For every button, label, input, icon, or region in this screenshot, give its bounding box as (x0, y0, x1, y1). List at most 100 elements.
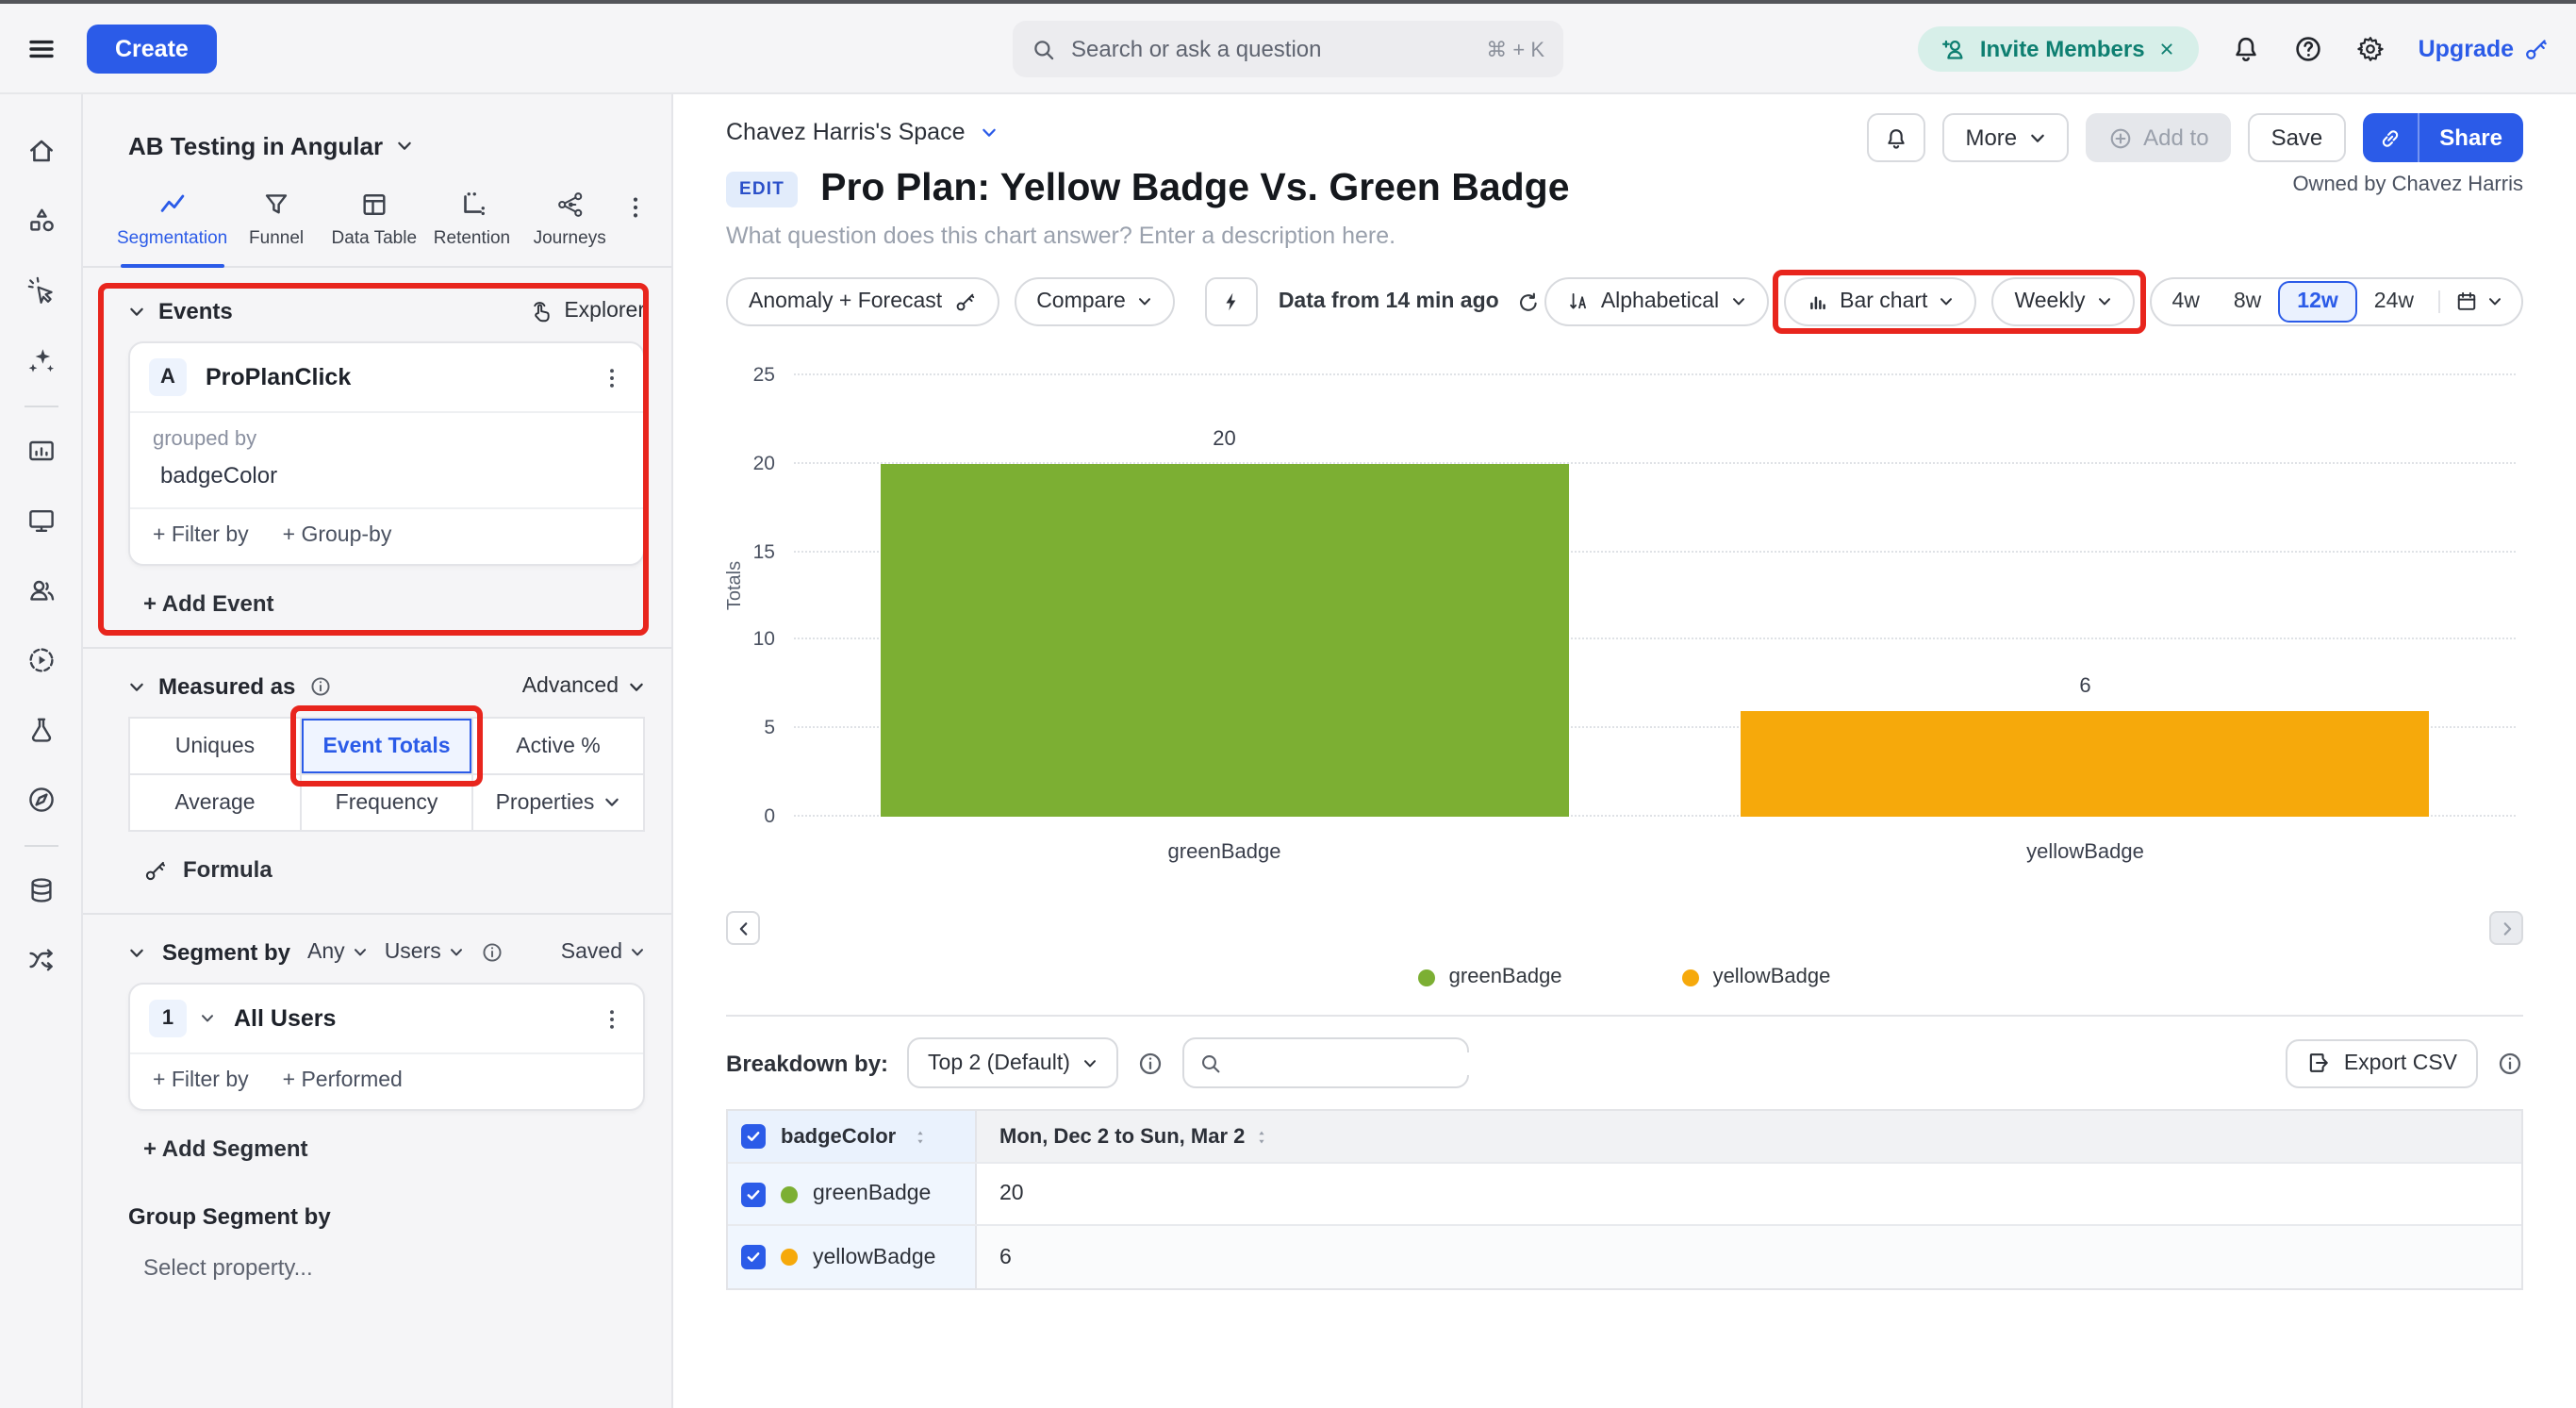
sort-icon[interactable] (911, 1127, 930, 1146)
measure-option-uniques[interactable]: Uniques (130, 719, 300, 773)
page-left-button[interactable] (726, 911, 760, 945)
segment-any-dropdown[interactable]: Any (307, 941, 368, 964)
select-property-button[interactable]: Select property... (143, 1254, 645, 1281)
saved-dropdown[interactable]: Saved (561, 941, 645, 964)
space-breadcrumb[interactable]: Chavez Harris's Space (726, 119, 998, 145)
advanced-dropdown[interactable]: Advanced (522, 675, 645, 698)
click-cursor-icon[interactable] (25, 275, 56, 306)
info-icon[interactable] (1138, 1050, 1164, 1076)
refresh-icon[interactable] (1516, 290, 1541, 314)
measure-option-active[interactable]: Active % (473, 719, 643, 773)
database-icon[interactable] (25, 875, 56, 905)
tab-segmentation[interactable]: Segmentation (117, 190, 227, 266)
tab-funnel[interactable]: Funnel (227, 190, 325, 266)
close-icon[interactable] (2158, 39, 2177, 58)
segment-action-performed[interactable]: + Performed (283, 1069, 403, 1092)
chevron-down-icon[interactable] (200, 1011, 215, 1026)
bell-icon[interactable] (2232, 33, 2262, 63)
bar-yellowBadge[interactable] (1741, 711, 2429, 817)
tabs-kebab-icon[interactable] (622, 194, 649, 221)
kebab-menu-icon[interactable] (600, 1006, 624, 1031)
compare-button[interactable]: Compare (1014, 277, 1175, 326)
kebab-menu-icon[interactable] (600, 365, 624, 389)
event-name[interactable]: ProPlanClick (206, 364, 351, 390)
description-placeholder[interactable]: What question does this chart answer? En… (726, 223, 2523, 249)
range-24w[interactable]: 24w (2357, 281, 2431, 323)
breakdown-search[interactable] (1183, 1037, 1470, 1088)
export-csv-button[interactable]: Export CSV (2286, 1038, 2478, 1087)
tab-retention[interactable]: Retention (423, 190, 521, 266)
series-name[interactable]: greenBadge (813, 1183, 931, 1205)
measure-option-event-totals[interactable]: Event Totals (302, 719, 471, 773)
chevron-down-icon[interactable] (128, 303, 145, 320)
chart-type-dropdown[interactable]: Bar chart (1783, 277, 1976, 326)
hamburger-menu-icon[interactable] (26, 33, 57, 63)
column-header-badgecolor[interactable]: badgeColor (781, 1125, 896, 1148)
users-icon[interactable] (25, 575, 56, 605)
monitor-icon[interactable] (25, 505, 56, 536)
bar-greenBadge[interactable] (880, 464, 1568, 817)
info-icon[interactable] (2497, 1050, 2523, 1076)
row-checkbox[interactable] (740, 1182, 765, 1206)
pathways-icon[interactable] (25, 945, 56, 975)
realtime-button[interactable] (1205, 277, 1258, 326)
add-to-button[interactable]: Add to (2085, 113, 2231, 162)
compass-icon[interactable] (25, 785, 56, 815)
global-search[interactable]: ⌘ + K (1013, 21, 1563, 77)
event-action-group-by[interactable]: + Group-by (283, 524, 392, 547)
info-icon[interactable] (481, 941, 504, 964)
add-segment-button[interactable]: + Add Segment (143, 1135, 645, 1162)
page-title[interactable]: Pro Plan: Yellow Badge Vs. Green Badge (820, 166, 1569, 211)
play-circle-icon[interactable] (25, 645, 56, 675)
breakdown-search-input[interactable] (1234, 1052, 1525, 1074)
sparkles-icon[interactable] (25, 345, 56, 375)
segment-name[interactable]: All Users (234, 1005, 336, 1032)
analysis-name-dropdown[interactable]: AB Testing in Angular (128, 132, 645, 160)
event-action-filter-by[interactable]: + Filter by (153, 524, 249, 547)
chevron-down-icon[interactable] (128, 678, 145, 695)
segment-users-dropdown[interactable]: Users (385, 941, 464, 964)
flask-icon[interactable] (25, 715, 56, 745)
share-button[interactable]: Share (2362, 113, 2523, 162)
sort-icon[interactable] (1252, 1127, 1271, 1146)
home-icon[interactable] (25, 136, 56, 166)
calendar-dropdown[interactable] (2438, 290, 2518, 313)
search-input[interactable] (1071, 36, 1471, 62)
interval-dropdown[interactable]: Weekly (1991, 277, 2134, 326)
breakdown-filter-dropdown[interactable]: Top 2 (Default) (907, 1037, 1119, 1088)
grouped-by-value[interactable]: badgeColor (160, 462, 620, 489)
select-all-checkbox[interactable] (740, 1124, 765, 1149)
measure-option-frequency[interactable]: Frequency (302, 775, 471, 830)
gear-icon[interactable] (2356, 33, 2386, 63)
upgrade-link[interactable]: Upgrade (2419, 35, 2550, 61)
column-header-daterange[interactable]: Mon, Dec 2 to Sun, Mar 2 (999, 1125, 1245, 1148)
legend-item-yellowBadge[interactable]: yellowBadge (1683, 966, 1831, 988)
segment-action-filter-by[interactable]: + Filter by (153, 1069, 249, 1092)
notifications-button[interactable] (1867, 113, 1925, 162)
measure-option-properties[interactable]: Properties (473, 775, 643, 830)
create-button[interactable]: Create (87, 24, 217, 73)
dashboard-chart-icon[interactable] (25, 436, 56, 466)
info-icon[interactable] (308, 675, 331, 698)
help-icon[interactable] (2294, 33, 2324, 63)
range-12w[interactable]: 12w (2278, 281, 2357, 323)
add-event-button[interactable]: + Add Event (143, 590, 645, 617)
row-checkbox[interactable] (740, 1245, 765, 1269)
range-4w[interactable]: 4w (2155, 281, 2216, 323)
formula-button[interactable]: Formula (143, 856, 645, 883)
legend-item-greenBadge[interactable]: greenBadge (1419, 966, 1562, 988)
invite-members-pill[interactable]: Invite Members (1918, 25, 2200, 71)
link-icon[interactable] (2377, 125, 2402, 150)
more-button[interactable]: More (1942, 113, 2068, 162)
page-right-button[interactable] (2489, 911, 2523, 945)
shapes-icon[interactable] (25, 206, 56, 236)
save-button[interactable]: Save (2249, 113, 2346, 162)
range-8w[interactable]: 8w (2217, 281, 2278, 323)
chevron-down-icon[interactable] (128, 944, 145, 961)
tab-data-table[interactable]: Data Table (325, 190, 423, 266)
anomaly-forecast-button[interactable]: Anomaly + Forecast (726, 277, 999, 326)
explorer-button[interactable]: Explorer (530, 299, 645, 323)
series-name[interactable]: yellowBadge (813, 1246, 935, 1268)
tab-journeys[interactable]: Journeys (520, 190, 619, 266)
measure-option-average[interactable]: Average (130, 775, 300, 830)
